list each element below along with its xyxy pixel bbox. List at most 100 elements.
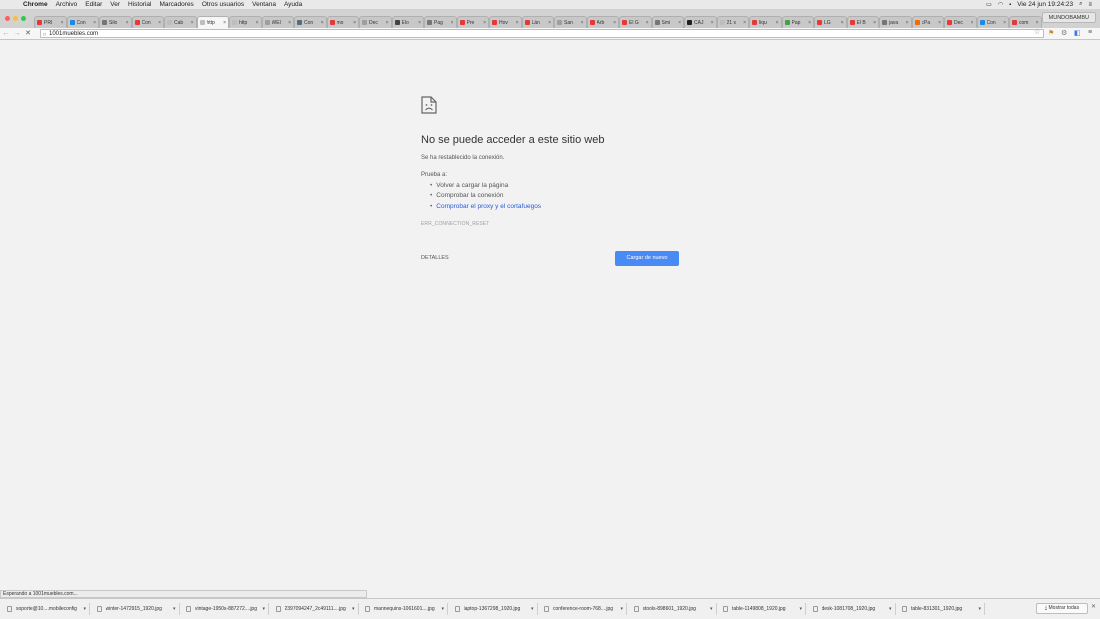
tab-close-icon[interactable]: × bbox=[548, 20, 551, 26]
browser-tab[interactable]: java × bbox=[879, 16, 912, 28]
browser-tab[interactable]: Con × bbox=[66, 16, 99, 28]
browser-tab[interactable]: 21 x × bbox=[716, 16, 749, 28]
download-menu-caret-icon[interactable]: ▾ bbox=[352, 606, 355, 612]
extension-gear-icon[interactable]: ⚙ bbox=[1061, 29, 1067, 37]
download-menu-caret-icon[interactable]: ▾ bbox=[799, 606, 802, 612]
tab-close-icon[interactable]: × bbox=[256, 20, 259, 26]
browser-tab[interactable]: WEI × bbox=[261, 16, 294, 28]
download-item[interactable]: vintage-1950s-887272....jpg ▾ bbox=[181, 603, 269, 615]
tab-close-icon[interactable]: × bbox=[158, 20, 161, 26]
browser-tab[interactable]: Pre × bbox=[456, 16, 489, 28]
menu-archivo[interactable]: Archivo bbox=[56, 1, 78, 8]
menu-marcadores[interactable]: Marcadores bbox=[159, 1, 193, 8]
tab-close-icon[interactable]: × bbox=[418, 20, 421, 26]
download-menu-caret-icon[interactable]: ▾ bbox=[978, 606, 981, 612]
browser-tab[interactable]: http × bbox=[229, 16, 262, 28]
tab-close-icon[interactable]: × bbox=[678, 20, 681, 26]
browser-tab[interactable]: El G × bbox=[619, 16, 652, 28]
download-menu-caret-icon[interactable]: ▾ bbox=[83, 606, 86, 612]
flag-icon[interactable]: ▪ bbox=[1009, 2, 1011, 8]
tab-close-icon[interactable]: × bbox=[776, 20, 779, 26]
tab-close-icon[interactable]: × bbox=[321, 20, 324, 26]
show-all-downloads-button[interactable]: ⤓ Mostrar todas bbox=[1036, 603, 1088, 614]
browser-tab[interactable]: Lán × bbox=[521, 16, 554, 28]
browser-tab[interactable]: Pag × bbox=[424, 16, 457, 28]
tab-close-icon[interactable]: × bbox=[971, 20, 974, 26]
browser-tab[interactable]: Dec × bbox=[944, 16, 977, 28]
menu-otros-usuarios[interactable]: Otros usuarios bbox=[202, 1, 244, 8]
extension-translate-icon[interactable]: ◧ bbox=[1074, 29, 1081, 37]
browser-tab[interactable]: Cab × bbox=[164, 16, 197, 28]
tab-close-icon[interactable]: × bbox=[483, 20, 486, 26]
tab-close-icon[interactable]: × bbox=[1036, 20, 1039, 26]
browser-tab[interactable]: Hov × bbox=[489, 16, 522, 28]
tab-close-icon[interactable]: × bbox=[386, 20, 389, 26]
download-item[interactable]: mannequins-1061601....jpg ▾ bbox=[360, 603, 448, 615]
spotlight-icon[interactable]: ⌕ bbox=[1079, 1, 1082, 8]
chrome-menu-icon[interactable]: ≡ bbox=[1088, 29, 1092, 36]
notification-center-icon[interactable]: ≡ bbox=[1088, 2, 1092, 8]
tab-close-icon[interactable]: × bbox=[126, 20, 129, 26]
download-menu-caret-icon[interactable]: ▾ bbox=[710, 606, 713, 612]
download-menu-caret-icon[interactable]: ▾ bbox=[889, 606, 892, 612]
back-arrow-icon[interactable]: ← bbox=[1, 29, 11, 39]
browser-tab[interactable]: El B × bbox=[846, 16, 879, 28]
download-menu-caret-icon[interactable]: ▾ bbox=[620, 606, 623, 612]
forward-arrow-icon[interactable]: → bbox=[12, 29, 22, 39]
tab-close-icon[interactable]: × bbox=[516, 20, 519, 26]
browser-tab[interactable]: Smi × bbox=[651, 16, 684, 28]
menu-ver[interactable]: Ver bbox=[110, 1, 120, 8]
download-item[interactable]: conference-room-768....jpg ▾ bbox=[539, 603, 627, 615]
download-item[interactable]: table-1149808_1920.jpg ▾ bbox=[718, 603, 806, 615]
minimize-window-icon[interactable] bbox=[13, 16, 18, 21]
menu-app-name[interactable]: Chrome bbox=[23, 1, 48, 8]
profile-button[interactable]: MUNDOBAMBU bbox=[1041, 12, 1096, 23]
browser-tab[interactable]: Con × bbox=[976, 16, 1009, 28]
download-item[interactable]: soporte@10....mobileconfig ▾ bbox=[2, 603, 90, 615]
tab-close-icon[interactable]: × bbox=[93, 20, 96, 26]
suggestion-check-proxy-link[interactable]: Comprobar el proxy y el cortafuegos bbox=[430, 203, 541, 213]
tab-close-icon[interactable]: × bbox=[191, 20, 194, 26]
bookmark-star-icon[interactable]: ☆ bbox=[1034, 28, 1040, 36]
download-item[interactable]: desk-1081708_1920.jpg ▾ bbox=[808, 603, 896, 615]
tab-close-icon[interactable]: × bbox=[906, 20, 909, 26]
download-item[interactable]: winter-1472915_1920.jpg ▾ bbox=[92, 603, 180, 615]
browser-tab[interactable]: cPa × bbox=[911, 16, 944, 28]
tab-close-icon[interactable]: × bbox=[223, 20, 226, 26]
wifi-icon[interactable]: ◠ bbox=[998, 1, 1003, 8]
browser-tab[interactable]: Árb × bbox=[586, 16, 619, 28]
tab-close-icon[interactable]: × bbox=[288, 20, 291, 26]
menu-ventana[interactable]: Ventana bbox=[252, 1, 276, 8]
browser-tab[interactable]: Pap × bbox=[781, 16, 814, 28]
tab-close-icon[interactable]: × bbox=[646, 20, 649, 26]
browser-tab[interactable]: CAJ × bbox=[684, 16, 717, 28]
tab-close-icon[interactable]: × bbox=[613, 20, 616, 26]
page-info-icon[interactable]: □ bbox=[43, 31, 46, 39]
menu-historial[interactable]: Historial bbox=[128, 1, 151, 8]
browser-tab[interactable]: liqu × bbox=[749, 16, 782, 28]
address-bar[interactable]: □ 1001muebles.com bbox=[40, 29, 1044, 38]
close-window-icon[interactable] bbox=[5, 16, 10, 21]
tab-close-icon[interactable]: × bbox=[353, 20, 356, 26]
browser-tab[interactable]: http × bbox=[196, 16, 229, 28]
tab-close-icon[interactable]: × bbox=[581, 20, 584, 26]
download-menu-caret-icon[interactable]: ▾ bbox=[173, 606, 176, 612]
tab-close-icon[interactable]: × bbox=[938, 20, 941, 26]
download-item[interactable]: laptop-1367298_1920.jpg ▾ bbox=[450, 603, 538, 615]
menubar-clock[interactable]: Vie 24 jun 19:24:23 bbox=[1017, 1, 1073, 8]
browser-tab[interactable]: Con × bbox=[294, 16, 327, 28]
details-button[interactable]: DETALLES bbox=[421, 255, 449, 261]
tab-close-icon[interactable]: × bbox=[743, 20, 746, 26]
browser-tab[interactable]: mo × bbox=[326, 16, 359, 28]
tab-close-icon[interactable]: × bbox=[451, 20, 454, 26]
tab-close-icon[interactable]: × bbox=[711, 20, 714, 26]
tab-close-icon[interactable]: × bbox=[1003, 20, 1006, 26]
menu-editar[interactable]: Editar bbox=[85, 1, 102, 8]
download-menu-caret-icon[interactable]: ▾ bbox=[441, 606, 444, 612]
browser-tab[interactable]: Con × bbox=[131, 16, 164, 28]
tab-close-icon[interactable]: × bbox=[61, 20, 64, 26]
tab-close-icon[interactable]: × bbox=[808, 20, 811, 26]
battery-icon[interactable]: ▭ bbox=[986, 1, 992, 8]
browser-tab[interactable]: Elo × bbox=[391, 16, 424, 28]
browser-tab[interactable]: Dec × bbox=[359, 16, 392, 28]
